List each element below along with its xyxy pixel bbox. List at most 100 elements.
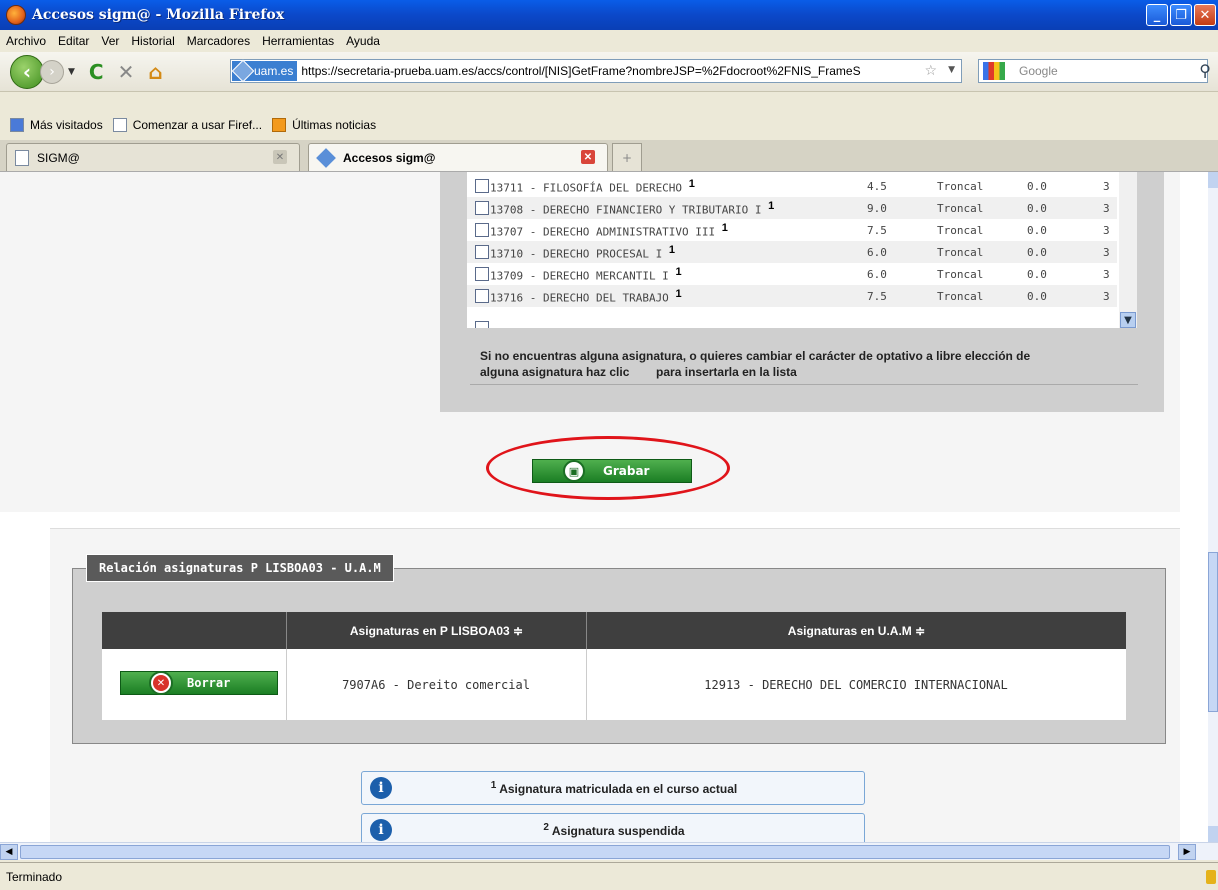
subject-note-mark: 1 <box>721 221 728 234</box>
subject-type: Troncal <box>937 201 984 215</box>
rss-icon <box>272 118 287 132</box>
status-bar: Terminado <box>0 862 1218 890</box>
subject-name: 13710 - DERECHO PROCESAL I <box>490 247 663 261</box>
notice-line-1: Si no encuentras alguna asignatura, o qu… <box>480 349 1031 363</box>
scroll-down-icon[interactable]: ▼ <box>1120 312 1136 328</box>
relation-table: Asignaturas en P LISBOA03 ≑ Asignaturas … <box>102 612 1126 720</box>
close-tab-icon[interactable]: ✕ <box>581 150 595 164</box>
site-identity-icon <box>231 59 255 83</box>
scrollbar-thumb[interactable] <box>20 845 1170 859</box>
firefox-logo-icon <box>6 5 26 25</box>
subject-checkbox[interactable] <box>475 267 489 281</box>
column-header-origin[interactable]: Asignaturas en P LISBOA03 ≑ <box>286 612 586 649</box>
search-engine-icon[interactable] <box>983 62 1005 80</box>
scroll-right-icon[interactable]: ▶ <box>1178 844 1196 860</box>
page-horizontal-scrollbar[interactable]: ◀ ▶ <box>0 842 1218 860</box>
menu-historial[interactable]: Historial <box>131 34 174 48</box>
bookmark-ultimas-noticias[interactable]: Últimas noticias <box>272 118 376 132</box>
subject-note-mark: 1 <box>768 199 775 212</box>
bookmark-star-icon[interactable]: ☆ <box>924 63 937 79</box>
url-dropdown-icon[interactable]: ▼ <box>948 65 955 75</box>
bookmark-mas-visitados[interactable]: Más visitados <box>10 118 103 132</box>
scroll-up-icon[interactable] <box>1208 172 1218 188</box>
subject-checkbox[interactable] <box>475 201 489 215</box>
subject-type: Troncal <box>937 245 984 259</box>
subject-checkbox[interactable] <box>475 321 489 328</box>
page-vertical-scrollbar[interactable] <box>1208 172 1218 842</box>
subject-value: 0.0 <box>1027 245 1047 259</box>
subjects-list[interactable]: 13711 - FILOSOFÍA DEL DERECHO 1 4.5 Tron… <box>467 172 1137 328</box>
lock-icon[interactable] <box>1206 870 1216 884</box>
minimize-button[interactable]: _ <box>1146 4 1168 26</box>
save-button[interactable]: ▣ Grabar <box>532 459 692 483</box>
list-item: 13709 - DERECHO MERCANTIL I 1 6.0 Tronca… <box>467 263 1117 285</box>
subject-checkbox[interactable] <box>475 289 489 303</box>
close-tab-icon[interactable]: ✕ <box>273 150 287 164</box>
menu-ayuda[interactable]: Ayuda <box>346 34 380 48</box>
back-button[interactable]: ‹ <box>10 54 44 89</box>
list-item: 13707 - DERECHO ADMINISTRATIVO III 1 7.5… <box>467 219 1117 241</box>
subject-value: 0.0 <box>1027 289 1047 303</box>
subject-number: 3 <box>1103 289 1110 303</box>
maximize-button[interactable]: ❐ <box>1170 4 1192 26</box>
subject-note-mark: 1 <box>675 265 682 278</box>
note-mark: 1 <box>490 780 497 791</box>
new-tab-button[interactable]: + <box>612 143 642 171</box>
info-icon: i <box>370 819 392 841</box>
tab-accesos-sigma[interactable]: Accesos sigm@ ✕ <box>308 143 608 171</box>
site-badge-label: uam.es <box>254 64 294 78</box>
subject-credits: 7.5 <box>867 289 887 303</box>
subject-credits: 6.0 <box>867 245 887 259</box>
note-text: Asignatura suspendida <box>551 824 685 838</box>
subject-note-mark: 1 <box>675 287 682 300</box>
column-header-target[interactable]: Asignaturas en U.A.M ≑ <box>586 612 1126 649</box>
subject-number: 3 <box>1103 201 1110 215</box>
search-bar[interactable]: Google ⚲ <box>978 59 1211 83</box>
subject-value: 0.0 <box>1027 223 1047 237</box>
search-icon[interactable]: ⚲ <box>1199 61 1211 80</box>
menu-marcadores[interactable]: Marcadores <box>187 34 250 48</box>
page-icon <box>112 118 127 132</box>
delete-button[interactable]: ✕ Borrar <box>120 671 278 695</box>
subject-number: 3 <box>1103 267 1110 281</box>
subjects-list-scrollbar[interactable]: ▼ <box>1119 172 1137 328</box>
tab-sigma[interactable]: SIGM@ ✕ <box>6 143 300 171</box>
save-button-label: Grabar <box>603 464 650 478</box>
history-dropdown-icon[interactable]: ▼ <box>68 67 75 77</box>
scroll-down-icon[interactable] <box>1208 826 1218 842</box>
stop-icon[interactable]: ✕ <box>118 60 135 84</box>
legend-note-failed: i 2 Asignatura suspendida <box>361 813 865 842</box>
scrollbar-thumb[interactable] <box>1208 552 1218 712</box>
menu-ver[interactable]: Ver <box>101 34 119 48</box>
target-subject-cell: 12913 - DERECHO DEL COMERCIO INTERNACION… <box>704 677 1008 692</box>
subject-checkbox[interactable] <box>475 223 489 237</box>
subject-type: Troncal <box>937 223 984 237</box>
forward-button[interactable]: › <box>40 59 64 84</box>
bookmark-comenzar[interactable]: Comenzar a usar Firef... <box>112 118 262 132</box>
page-content: 13711 - FILOSOFÍA DEL DERECHO 1 4.5 Tron… <box>0 172 1208 842</box>
subject-name: 13711 - FILOSOFÍA DEL DERECHO <box>490 181 683 195</box>
bookmark-folder-icon <box>10 118 24 132</box>
subject-name: 13707 - DERECHO ADMINISTRATIVO III <box>490 225 716 239</box>
menu-editar[interactable]: Editar <box>58 34 89 48</box>
url-bar[interactable]: uam.es https://secretaria-prueba.uam.es/… <box>230 59 962 83</box>
insert-subject-notice: Si no encuentras alguna asignatura, o qu… <box>480 348 1120 380</box>
site-identity-badge[interactable]: uam.es <box>231 59 298 83</box>
subject-checkbox[interactable] <box>475 245 489 259</box>
subject-value: 0.0 <box>1027 267 1047 281</box>
window-title-bar: Accesos sigm@ - Mozilla Firefox _ ❐ ✕ <box>0 0 1218 30</box>
tab-label: SIGM@ <box>37 150 80 165</box>
list-item: 13716 - DERECHO DEL TRABAJO 1 7.5 Tronca… <box>467 285 1117 307</box>
menu-herramientas[interactable]: Herramientas <box>262 34 334 48</box>
scroll-left-icon[interactable]: ◀ <box>0 844 18 860</box>
reload-icon[interactable]: C <box>89 60 104 84</box>
url-text[interactable]: https://secretaria-prueba.uam.es/accs/co… <box>301 64 941 78</box>
subject-checkbox[interactable] <box>475 179 489 193</box>
subject-name: 13716 - DERECHO DEL TRABAJO <box>490 291 669 305</box>
note-text: Asignatura matriculada en el curso actua… <box>499 782 738 796</box>
floppy-disk-icon: ▣ <box>563 460 585 482</box>
menu-archivo[interactable]: Archivo <box>6 34 46 48</box>
close-window-button[interactable]: ✕ <box>1194 4 1216 26</box>
subject-note-mark: 1 <box>688 177 695 190</box>
home-icon[interactable]: ⌂ <box>148 60 162 84</box>
